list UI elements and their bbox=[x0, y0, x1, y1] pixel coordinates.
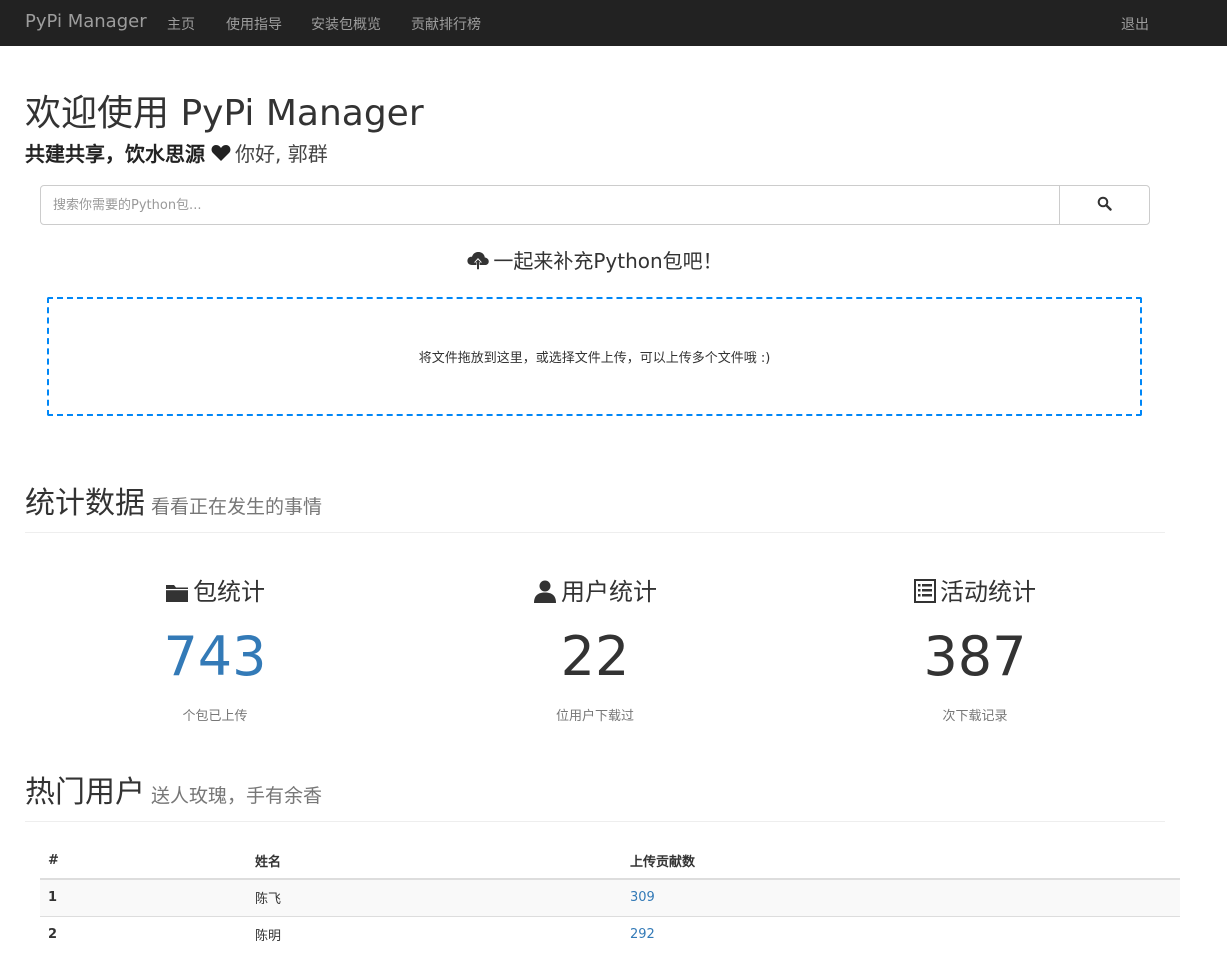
upload-heading-text: 一起来补充Python包吧！ bbox=[493, 249, 723, 273]
search-bar bbox=[40, 185, 1150, 225]
row-count-link[interactable]: 292 bbox=[630, 927, 655, 942]
column-header-count: 上传贡献数 bbox=[622, 842, 1180, 880]
table-header-row: # 姓名 上传贡献数 bbox=[40, 842, 1180, 880]
file-dropzone[interactable]: 将文件拖放到这里，或选择文件上传，可以上传多个文件哦 :) bbox=[47, 297, 1142, 416]
list-icon bbox=[914, 578, 940, 606]
divider bbox=[25, 821, 1165, 822]
row-rank: 2 bbox=[40, 915, 247, 953]
nav-item-packages[interactable]: 安装包概览 bbox=[311, 14, 381, 34]
row-count-link[interactable]: 309 bbox=[630, 890, 655, 905]
stat-packages-value[interactable]: 743 bbox=[25, 627, 405, 687]
stat-packages: 包统计 743 个包已上传 bbox=[25, 572, 405, 724]
user-icon bbox=[533, 578, 561, 606]
stat-activity-desc: 次下载记录 bbox=[942, 709, 1008, 724]
search-button[interactable] bbox=[1059, 186, 1149, 224]
column-header-name: 姓名 bbox=[247, 842, 622, 880]
stats-section-header: 统计数据 看看正在发生的事情 bbox=[25, 478, 322, 522]
stat-users-label: 用户统计 bbox=[561, 578, 657, 606]
page-title: 欢迎使用 PyPi Manager bbox=[25, 93, 424, 134]
top-users-table: # 姓名 上传贡献数 1 陈飞 309 2 陈明 292 bbox=[40, 842, 1180, 953]
stat-users: 用户统计 22 位用户下载过 bbox=[405, 572, 785, 724]
stat-activity: 活动统计 387 次下载记录 bbox=[785, 572, 1165, 724]
top-users-subtitle: 送人玫瑰，手有余香 bbox=[151, 785, 323, 807]
row-rank: 1 bbox=[40, 878, 247, 916]
stat-packages-desc: 个包已上传 bbox=[182, 709, 248, 724]
top-navbar: PyPi Manager 主页 使用指导 安装包概览 贡献排行榜 退出 bbox=[0, 0, 1227, 46]
column-header-rank: # bbox=[40, 842, 247, 880]
stats-title: 统计数据 bbox=[25, 486, 145, 521]
table-row: 1 陈飞 309 bbox=[40, 878, 1180, 916]
dropzone-message: 将文件拖放到这里，或选择文件上传，可以上传多个文件哦 :) bbox=[418, 351, 771, 366]
row-name: 陈明 bbox=[247, 915, 622, 953]
divider bbox=[25, 532, 1165, 533]
nav-item-leaderboard[interactable]: 贡献排行榜 bbox=[411, 14, 481, 34]
upload-heading: 一起来补充Python包吧！ bbox=[0, 245, 1190, 274]
nav-item-home[interactable]: 主页 bbox=[167, 14, 195, 34]
hero-subtitle: 共建共享，饮水思源 你好, 郭群 bbox=[25, 138, 328, 167]
stat-users-value: 22 bbox=[560, 625, 630, 688]
stat-packages-label: 包统计 bbox=[193, 578, 265, 606]
top-users-title: 热门用户 bbox=[25, 775, 145, 810]
motto-text: 共建共享，饮水思源 bbox=[25, 142, 205, 166]
heart-icon bbox=[211, 143, 231, 167]
table-row: 2 陈明 292 bbox=[40, 915, 1180, 953]
greeting-text: 你好, 郭群 bbox=[235, 142, 328, 166]
logout-link[interactable]: 退出 bbox=[1121, 14, 1149, 34]
row-name: 陈飞 bbox=[247, 878, 622, 916]
search-icon bbox=[1097, 196, 1112, 215]
top-users-section-header: 热门用户 送人玫瑰，手有余香 bbox=[25, 767, 322, 811]
stat-activity-label: 活动统计 bbox=[940, 578, 1036, 606]
cloud-upload-icon bbox=[467, 249, 493, 273]
stat-users-desc: 位用户下载过 bbox=[555, 709, 634, 724]
stat-activity-value: 387 bbox=[923, 625, 1027, 688]
folder-icon bbox=[165, 578, 193, 606]
nav-item-guide[interactable]: 使用指导 bbox=[226, 14, 282, 34]
search-input[interactable] bbox=[41, 186, 1059, 224]
stats-subtitle: 看看正在发生的事情 bbox=[151, 496, 323, 518]
brand-link[interactable]: PyPi Manager bbox=[25, 11, 147, 32]
